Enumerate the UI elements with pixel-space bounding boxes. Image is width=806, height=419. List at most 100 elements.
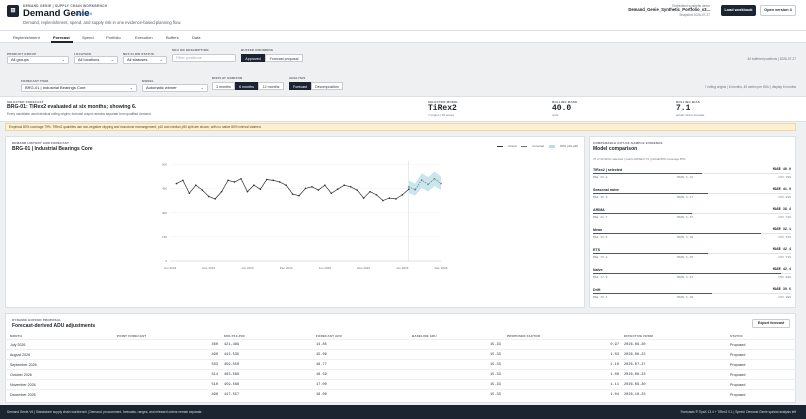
model-bar-fill — [593, 293, 712, 295]
buffer-proposal-label: DYNAMIC BUFFER PROPOSAL — [12, 318, 62, 322]
model-mase: MASE 38.4 — [772, 208, 791, 212]
netflow-select[interactable]: All statuses ⌄ — [123, 56, 167, 64]
buffer-proposal-toggle[interactable]: Forecast proposal — [265, 54, 303, 62]
model-mase: MASE 42.4 — [772, 268, 791, 272]
model-row[interactable]: TiRex2 | selected MASE 40.0 MAE 33.8 MAP… — [593, 168, 791, 186]
app-footer: Demand Genie V6 | Standalone supply chai… — [0, 405, 806, 419]
col-status: STATUS — [730, 334, 743, 338]
model-mase: MASE 42.4 — [772, 248, 791, 252]
actual-point — [272, 179, 275, 182]
model-row[interactable]: Naive MASE 42.4 MAE 77.8 MAPE 1.43 COV 9… — [593, 268, 791, 286]
model-bar-track — [593, 253, 791, 255]
x-tick-label: Jun 2024 — [241, 266, 254, 270]
model-mase: MASE 41.9 — [772, 188, 791, 192]
tab-buffers[interactable]: Buffers — [166, 35, 179, 40]
col-proposed-factor: PROPOSED FACTOR — [507, 334, 541, 338]
model-row[interactable]: ETS MASE 42.4 MAE 73.2 MAPE 1.45 COV 71% — [593, 248, 791, 266]
comparison-label: COMPARABLE OUT-OF-SAMPLE EVIDENCE — [593, 141, 663, 145]
legend-band-swatch — [549, 144, 556, 148]
x-tick-label: Dec 2024 — [280, 266, 293, 270]
model-bar-fill — [593, 233, 762, 235]
app-subtitle: Demand, replenishment, spend, and supply… — [23, 20, 182, 25]
col-effective-from: EFFECTIVE FROM — [624, 334, 653, 338]
chevron-down-icon: ⌄ — [110, 57, 114, 62]
model-mape: MAPE 1.37 — [677, 216, 694, 219]
origins-info: 7 rolling origins | 6 months, 40 series … — [704, 85, 796, 89]
table-cell-point: 460 — [211, 343, 218, 347]
model-bar-track — [593, 293, 791, 295]
model-bar-track — [593, 233, 791, 235]
actual-point — [298, 194, 300, 197]
model-mae: MAE 41.7 — [593, 216, 608, 219]
legend-actual-swatch — [497, 145, 504, 147]
table-row: July 2026 460 421-489 14.85 15.33 0.97 2026-09… — [5, 339, 796, 349]
model-mae: MAE 33.8 — [593, 176, 608, 179]
actual-point — [336, 188, 339, 191]
horizon-12-button[interactable]: 12 months — [258, 82, 284, 90]
legend-actual: Actual — [508, 144, 517, 148]
open-version-button[interactable]: Open version 4 — [760, 5, 796, 16]
netflow-value: All statuses — [127, 57, 148, 62]
col-forecast-adu: FORECAST ADU — [316, 334, 343, 338]
tab-execution[interactable]: Execution — [135, 35, 153, 40]
version-label: VERSION 6 — [75, 12, 93, 16]
tab-spend[interactable]: Spend — [82, 35, 94, 40]
model-row[interactable]: Mean MASE 32.1 MAE 33.5 MAPE 1.38 COV 67… — [593, 228, 791, 246]
product-group-select[interactable]: All groups ⌄ — [7, 56, 69, 64]
chart-panel-label: DEMAND HISTORY AND FORECAST — [12, 141, 70, 145]
table-cell-month: August 2026 — [10, 353, 31, 357]
selected-forecast-band: SELECTED FORECAST BRG-01: TiRex2 evaluat… — [0, 96, 806, 122]
actual-point — [214, 198, 216, 200]
table-cell-status: Proposed — [730, 353, 746, 357]
table-cell-fadu: 15.69 — [316, 353, 327, 357]
actual-point — [265, 178, 268, 181]
legend-band: 80% p10-p90 — [560, 144, 578, 148]
model-mape: MAPE 1.31 — [677, 176, 694, 179]
sku-label: SKU OR DESCRIPTION — [172, 48, 209, 52]
tab-forecast[interactable]: Forecast — [53, 35, 70, 40]
export-forecast-button[interactable]: Export forecast — [752, 319, 790, 328]
analysis-decomposition-button[interactable]: Decomposition — [311, 82, 343, 90]
model-row[interactable]: Drift MASE 39.6 MAE 70.4 MAPE 1.39 COV 8… — [593, 288, 791, 306]
actual-point — [343, 184, 346, 186]
actual-point — [188, 192, 191, 195]
analysis-forecast-button[interactable]: Forecast — [289, 82, 311, 90]
model-bar-fill — [593, 273, 782, 275]
model-row[interactable]: ARIMA MASE 38.4 MAE 41.7 MAPE 1.37 COV 7… — [593, 208, 791, 226]
model-name: Drift — [593, 288, 601, 292]
table-row: August 2026 490 442-535 15.69 15.33 1.03 2026-… — [5, 349, 796, 359]
sku-search-input[interactable]: Filter positions — [172, 54, 236, 62]
model-mape: MAPE 1.38 — [677, 236, 694, 239]
y-tick-label: 150 — [162, 235, 167, 239]
model-select[interactable]: Automatic winner ⌄ — [142, 84, 208, 92]
forecast-point — [420, 179, 423, 181]
model-row[interactable]: Seasonal naive MASE 41.9 MAE 35.9 MAPE 1… — [593, 188, 791, 206]
chart-legend: Actual Forecast 80% p10-p90 — [497, 144, 578, 148]
tab-portfolio[interactable]: Portfolio — [106, 35, 121, 40]
actual-point — [395, 198, 397, 200]
analysis-label: ANALYSIS — [289, 76, 306, 80]
horizon-6-button[interactable]: 6 months — [235, 82, 258, 90]
horizon-3-button[interactable]: 3 months — [212, 82, 235, 90]
actual-point — [388, 197, 391, 199]
load-workbook-button[interactable]: Load workbook — [721, 5, 756, 16]
forecast-item-select[interactable]: BRG-01 | Industrial Bearings Core ⌄ — [21, 84, 137, 92]
x-tick-label: Dec 2026 — [435, 266, 448, 270]
table-cell-status: Proposed — [730, 363, 746, 367]
model-mae: MAE 33.5 — [593, 236, 608, 239]
model-name: ARIMA — [593, 208, 605, 212]
table-cell-factor: 1.08 — [610, 373, 619, 377]
buffer-rounding-label: BUFFER ROUNDING — [241, 48, 274, 52]
actual-series-line — [176, 178, 409, 201]
model-coverage: COV 71% — [778, 256, 791, 259]
col-point-forecast: POINT FORECAST — [117, 334, 147, 338]
buffer-approved-toggle[interactable]: Approved — [241, 54, 265, 62]
tab-data[interactable]: Data — [192, 35, 200, 40]
forecast-point — [427, 183, 429, 186]
model-coverage: COV 67% — [778, 236, 791, 239]
location-select[interactable]: All locations ⌄ — [74, 56, 118, 64]
tab-replenishment[interactable]: Replenishment — [13, 35, 40, 40]
actual-point — [324, 184, 326, 186]
chevron-down-icon: ⌄ — [129, 85, 133, 90]
model-value: Automatic winner — [146, 85, 177, 90]
